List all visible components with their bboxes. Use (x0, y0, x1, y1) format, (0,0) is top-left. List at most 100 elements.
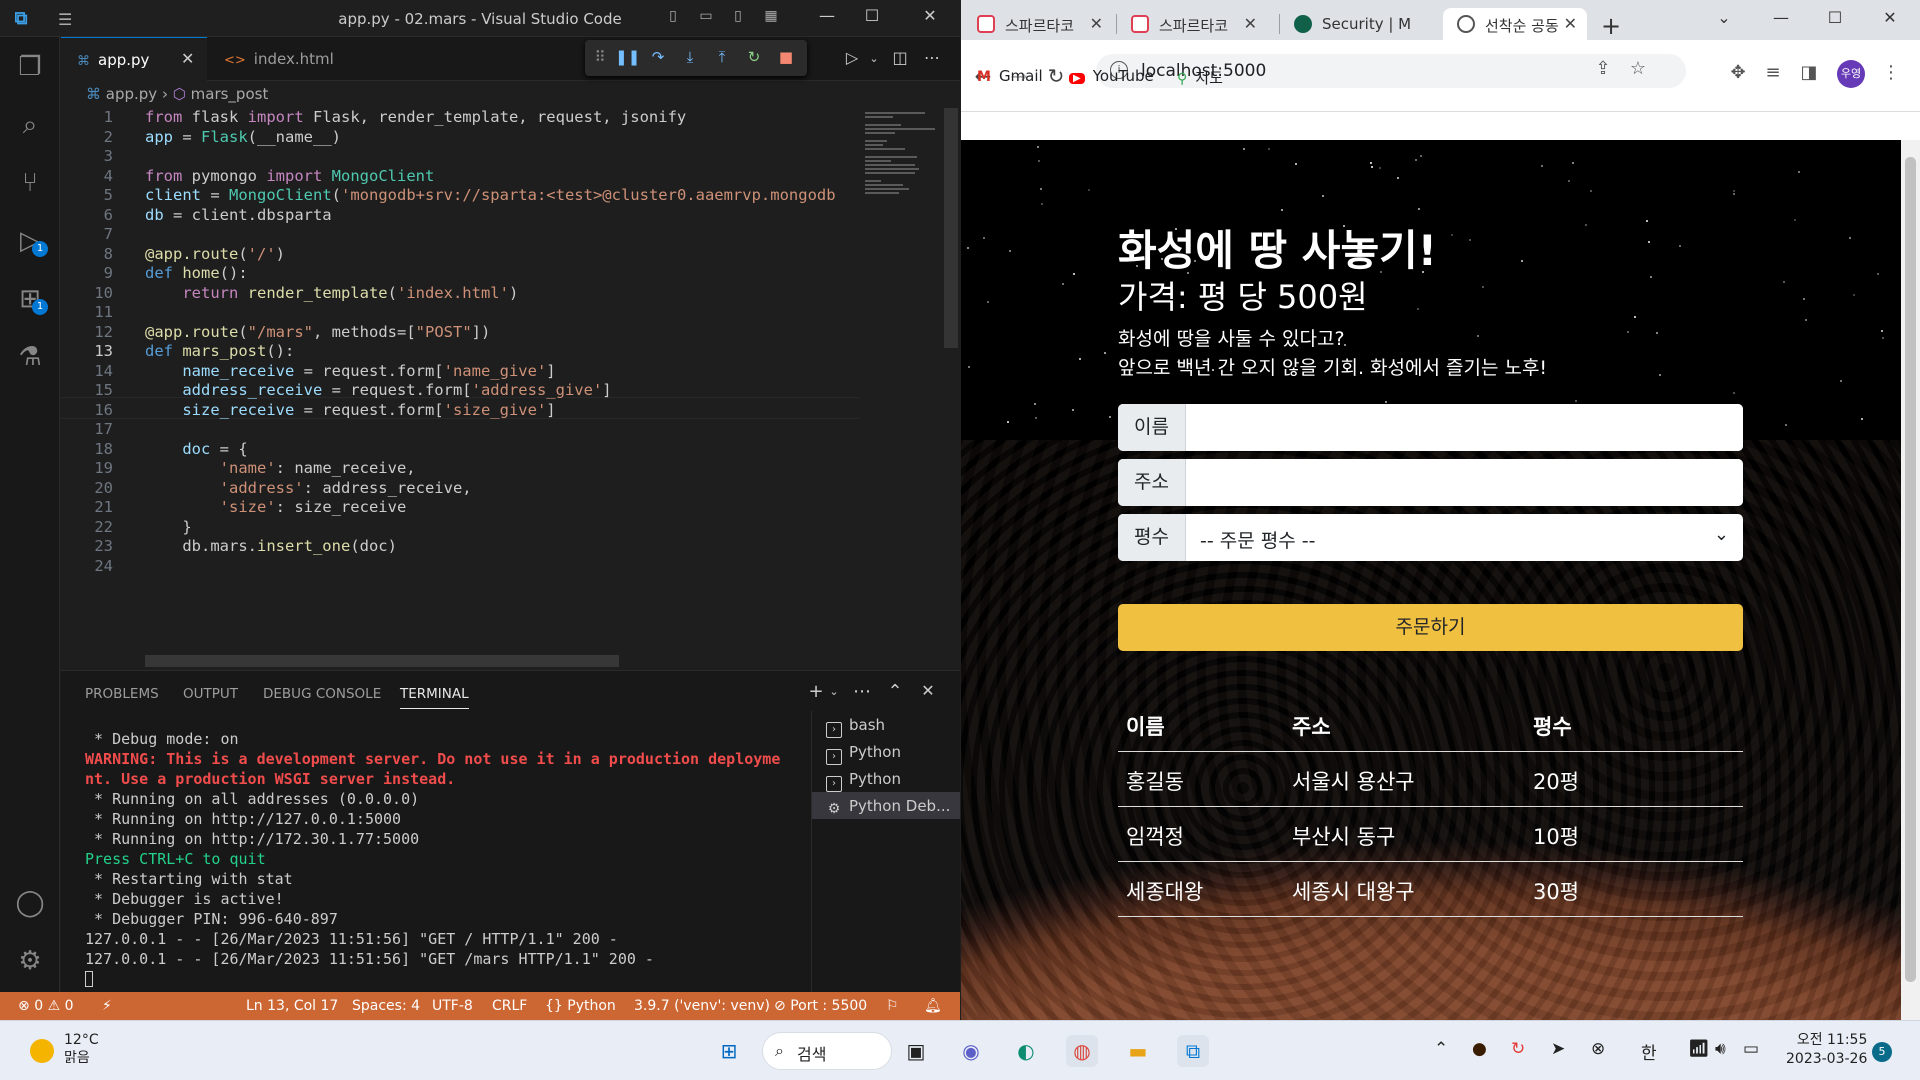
file-explorer-icon[interactable]: ▬ (1122, 1035, 1154, 1067)
chrome-icon[interactable]: ◍ (1066, 1035, 1098, 1067)
profile-avatar[interactable]: 우영 (1837, 60, 1865, 88)
step-out-icon[interactable]: ⤒ (711, 48, 733, 70)
teams-chat-icon[interactable]: ◉ (955, 1035, 987, 1067)
close-tab-icon[interactable]: ✕ (1244, 14, 1257, 33)
explorer-icon[interactable]: ❐ (12, 49, 48, 85)
terminal-item-bash[interactable]: › bash (812, 711, 960, 738)
terminal-output[interactable]: * Debug mode: on WARNING: This is a devel… (85, 729, 815, 989)
task-view-icon[interactable]: ▣ (900, 1035, 932, 1067)
chevron-down-icon[interactable]: ⌄ (823, 685, 845, 707)
wifi-icon[interactable]: 📶︎ (1688, 1039, 1710, 1059)
bookmark-star-icon[interactable]: ☆ (1626, 58, 1650, 82)
clock[interactable]: 오전 11:55 2023-03-26 (1786, 1031, 1867, 1069)
order-button[interactable]: 주문하기 (1118, 604, 1743, 651)
size-select[interactable]: -- 주문 평수 -- (1186, 514, 1743, 561)
breadcrumb-symbol[interactable]: mars_post (191, 85, 269, 103)
close-icon[interactable]: ✕ (915, 6, 945, 30)
share-icon[interactable]: ⇪ (1591, 58, 1615, 82)
minimap[interactable] (859, 108, 944, 668)
send-icon[interactable]: ➤ (1551, 1039, 1565, 1059)
cursor-position[interactable]: Ln 13, Col 17 (246, 998, 338, 1014)
more-actions-icon[interactable]: ⋯ (920, 48, 944, 70)
tab-output[interactable]: OUTPUT (183, 686, 238, 702)
browser-tab[interactable]: 스파르타코 ✕ (1117, 8, 1267, 40)
tab-index-html[interactable]: <> index.html (208, 37, 368, 81)
extensions-puzzle-icon[interactable]: ✥ (1726, 62, 1750, 86)
bookmark-maps[interactable]: ⚲ 지도 (1177, 67, 1223, 88)
side-panel-icon[interactable]: ◨ (1797, 62, 1821, 86)
kebab-menu-icon[interactable]: ⋮ (1879, 62, 1903, 86)
page-scrollbar-thumb[interactable] (1905, 157, 1916, 982)
sync-icon[interactable]: ↻ (1511, 1039, 1525, 1059)
stop-icon[interactable]: ■ (775, 48, 797, 70)
editor-horizontal-scrollbar[interactable] (145, 655, 619, 667)
tab-problems[interactable]: PROBLEMS (85, 686, 159, 702)
encoding[interactable]: UTF-8 (432, 998, 473, 1014)
chevron-up-icon[interactable]: ⌃ (1434, 1039, 1448, 1059)
language-mode[interactable]: {} Python (545, 998, 616, 1014)
more-actions-icon[interactable]: ⋯ (851, 681, 873, 703)
indentation[interactable]: Spaces: 4 (352, 998, 420, 1014)
minimize-icon[interactable]: — (812, 6, 842, 30)
editor-scrollbar[interactable] (944, 108, 958, 348)
start-windows-icon[interactable]: ⊞ (713, 1035, 745, 1067)
media-control-icon[interactable]: ≡ (1761, 62, 1785, 86)
kakaotalk-icon[interactable]: ● (1472, 1039, 1487, 1059)
minimize-icon[interactable]: — (1766, 8, 1796, 32)
close-tab-icon[interactable]: ✕ (1090, 14, 1103, 33)
drag-handle-icon[interactable]: ⠿ (589, 48, 611, 70)
close-tab-icon[interactable]: ✕ (181, 49, 194, 68)
bookmark-gmail[interactable]: M Gmail (977, 67, 1043, 85)
toggle-secondary-sidebar-icon[interactable]: ▯ (727, 8, 749, 28)
close-panel-icon[interactable]: ✕ (917, 681, 939, 703)
search-icon[interactable]: ⌕ (12, 107, 48, 143)
extensions-icon[interactable]: ⊞ 1 (12, 281, 48, 317)
weather-widget[interactable]: 12°C 맑음 (64, 1031, 99, 1067)
customize-layout-icon[interactable]: ▦ (760, 8, 782, 28)
close-circle-icon[interactable]: ⊗ (1591, 1039, 1605, 1059)
battery-icon[interactable]: ▭ (1743, 1039, 1759, 1059)
tab-app-py[interactable]: ⌘ app.py ✕ (61, 37, 207, 81)
line-ending[interactable]: CRLF (492, 998, 527, 1014)
settings-gear-icon[interactable]: ⚙ (12, 943, 48, 979)
chevron-down-icon[interactable]: ⌄ (862, 52, 886, 74)
toggle-panel-icon[interactable]: ▭ (695, 8, 717, 28)
python-interpreter[interactable]: 3.9.7 ('venv': venv) (634, 998, 770, 1014)
tab-debug-console[interactable]: DEBUG CONSOLE (263, 686, 381, 702)
accounts-icon[interactable]: ◯ (12, 885, 48, 921)
split-editor-icon[interactable]: ◫ (888, 48, 912, 70)
notification-badge[interactable]: 5 (1872, 1042, 1892, 1062)
source-control-icon[interactable]: ⑂ (12, 165, 48, 201)
maximize-icon[interactable]: ☐ (857, 6, 887, 30)
edge-icon[interactable]: ◐ (1010, 1035, 1042, 1067)
debug-status-icon[interactable]: ⚡ (102, 998, 112, 1014)
close-icon[interactable]: ✕ (1875, 8, 1905, 32)
step-into-icon[interactable]: ⤓ (679, 48, 701, 70)
close-tab-icon[interactable]: ✕ (1564, 14, 1577, 33)
pause-icon[interactable]: ❚❚ (615, 48, 640, 70)
new-tab-icon[interactable]: + (1601, 12, 1621, 40)
tab-search-icon[interactable]: ⌄ (1709, 8, 1739, 32)
taskbar-search[interactable]: ⌕ 검색 (762, 1032, 892, 1070)
browser-tab[interactable]: Security | M (1280, 8, 1415, 40)
breadcrumb-file[interactable]: app.py (106, 85, 157, 103)
terminal-item-python[interactable]: › Python (812, 765, 960, 792)
weather-sun-icon[interactable] (30, 1039, 54, 1063)
browser-tab-active[interactable]: 선착순 공동 ✕ (1443, 8, 1587, 40)
problems-status[interactable]: ⊗ 0 ⚠ 0 (18, 998, 74, 1014)
volume-icon[interactable]: 🔊︎ (1715, 1039, 1726, 1059)
feedback-icon[interactable]: ⚐ (886, 998, 899, 1014)
code-editor[interactable]: 1 2 3 4 5 6 7 8 9 10 11 12 13 14 15 16 17 18 19 20 21 22 23 24 … (61, 108, 859, 668)
terminal-item-python-debug[interactable]: ⚙ Python Deb... (812, 792, 960, 819)
run-icon[interactable]: ▷ (840, 48, 864, 70)
tab-terminal[interactable]: TERMINAL (400, 686, 469, 709)
bookmark-youtube[interactable]: ▶ YouTube (1069, 67, 1154, 85)
testing-icon[interactable]: ⚗ (12, 339, 48, 375)
ime-indicator[interactable]: 한 (1641, 1039, 1657, 1064)
maximize-panel-icon[interactable]: ⌃ (884, 681, 906, 703)
menu-icon[interactable]: ☰ (58, 10, 72, 29)
maximize-icon[interactable]: ☐ (1820, 8, 1850, 32)
vscode-icon[interactable]: ⧉ (1177, 1035, 1209, 1067)
name-input[interactable] (1186, 404, 1743, 451)
restart-icon[interactable]: ↻ (743, 48, 765, 70)
